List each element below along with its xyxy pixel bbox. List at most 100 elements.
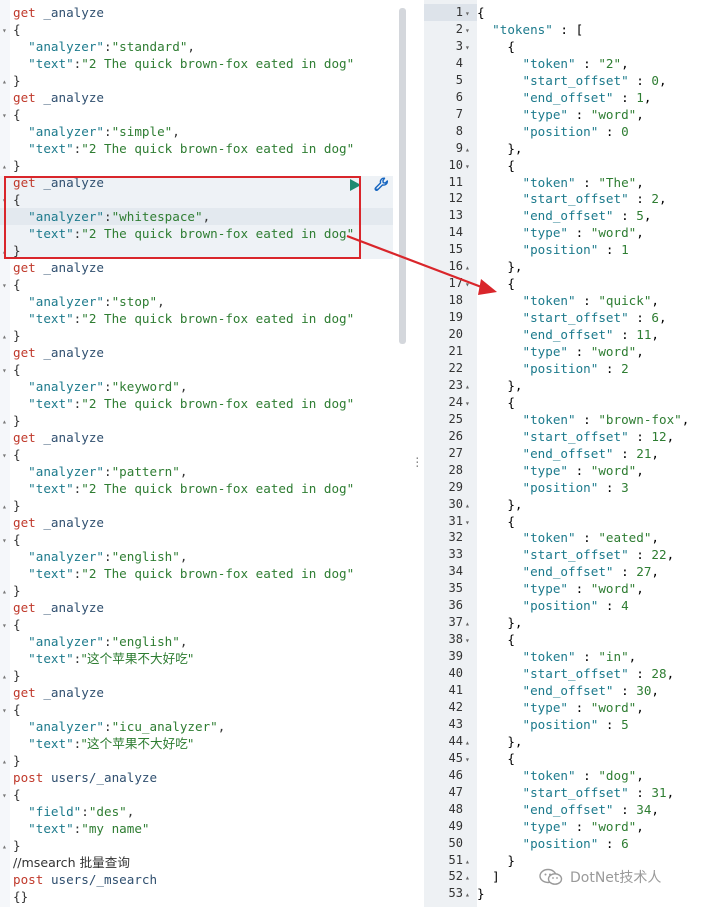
request-body-line[interactable]: "text":"2 The quick brown-fox eated in d…	[0, 140, 400, 157]
request-body-open[interactable]: ▾{	[0, 786, 400, 803]
line-number: 15	[448, 242, 463, 257]
request-body-line[interactable]: {}	[0, 888, 400, 905]
line-number: 40	[448, 666, 463, 681]
response-code: "position" : 1	[522, 242, 629, 258]
request-line[interactable]: get _analyze	[0, 429, 400, 446]
response-line: 31 ▾ {	[424, 513, 701, 530]
line-number: 47	[448, 784, 463, 799]
response-line: 46 "token" : "dog",	[424, 767, 701, 784]
wrench-icon[interactable]	[373, 176, 390, 193]
request-body-line[interactable]: "analyzer":"english",	[0, 633, 400, 650]
response-code: "end_offset" : 27,	[522, 564, 660, 580]
request-line[interactable]: get _analyze	[0, 89, 400, 106]
response-line: 47 "start_offset" : 31,	[424, 784, 701, 801]
response-code: },	[477, 259, 523, 275]
response-line: 49 "type" : "word",	[424, 818, 701, 835]
fold-close-icon[interactable]: ▴	[465, 885, 470, 904]
response-code: "token" : "dog",	[522, 767, 644, 783]
request-body-line[interactable]: "analyzer":"english",	[0, 548, 400, 565]
comment-line[interactable]: //msearch 批量查询	[0, 854, 400, 871]
request-line[interactable]: get _analyze	[0, 514, 400, 531]
watermark: DotNet技术人	[539, 866, 661, 888]
request-line[interactable]: get _analyze	[0, 344, 400, 361]
request-body-line[interactable]: "text":"这个苹果不大好吃"	[0, 735, 400, 752]
request-line[interactable]: post users/_analyze	[0, 769, 400, 786]
request-body-open[interactable]: ▾{	[0, 361, 400, 378]
watermark-text: DotNet技术人	[570, 870, 662, 886]
request-body-line[interactable]: "text":"2 The quick brown-fox eated in d…	[0, 310, 400, 327]
response-line: 7 "type" : "word",	[424, 106, 701, 123]
response-line: 37 ▴ },	[424, 614, 701, 631]
request-body-close[interactable]: ▴}	[0, 667, 400, 684]
response-code: "start_offset" : 2,	[522, 191, 667, 207]
response-code: "tokens" : [	[492, 21, 584, 37]
request-body-open[interactable]: ▾{	[0, 531, 400, 548]
request-body-close[interactable]: ▴}	[0, 752, 400, 769]
line-number: 26	[448, 428, 463, 443]
response-code: "token" : "The",	[522, 174, 644, 190]
response-code: {	[477, 5, 485, 20]
response-code: {	[477, 157, 515, 173]
request-line[interactable]: get _analyze	[0, 4, 400, 21]
request-body-line[interactable]: "text":"2 The quick brown-fox eated in d…	[0, 395, 400, 412]
request-body-close[interactable]: ▴}	[0, 582, 400, 599]
request-line[interactable]: get _analyze	[0, 599, 400, 616]
line-number: 8	[455, 123, 463, 138]
line-number: 43	[448, 716, 463, 731]
response-code: "type" : "word",	[522, 581, 644, 597]
response-line: 11 "token" : "The",	[424, 174, 701, 191]
request-body-line[interactable]: "analyzer":"standard",	[0, 38, 400, 55]
request-body-open[interactable]: ▾{	[0, 701, 400, 718]
request-body-line[interactable]: "text":"2 The quick brown-fox eated in d…	[0, 565, 400, 582]
request-body-open[interactable]: ▾{	[0, 616, 400, 633]
line-number: 31	[448, 513, 463, 528]
response-code: "start_offset" : 31,	[522, 784, 675, 800]
request-line[interactable]: get _analyze	[0, 259, 400, 276]
line-number: 51	[448, 852, 463, 867]
response-line: 12 "start_offset" : 2,	[424, 190, 701, 207]
response-line: 17 ▾ {	[424, 275, 701, 292]
response-line: 39 "token" : "in",	[424, 648, 701, 665]
response-line: 42 "type" : "word",	[424, 699, 701, 716]
line-number: 39	[448, 649, 463, 664]
request-body-line[interactable]: "field":"des",	[0, 803, 400, 820]
request-body-line[interactable]: "text":"my name"	[0, 820, 400, 837]
response-code: "position" : 4	[522, 598, 629, 614]
request-line[interactable]: get _analyze	[0, 684, 400, 701]
request-body-close[interactable]: ▴}	[0, 837, 400, 854]
editor-scrollbar[interactable]	[399, 8, 406, 344]
request-body-line[interactable]: "analyzer":"simple",	[0, 123, 400, 140]
request-body-line[interactable]: "text":"2 The quick brown-fox eated in d…	[0, 55, 400, 72]
request-editor[interactable]: get _analyze ▾{ "analyzer":"standard", "t…	[0, 0, 406, 907]
request-body-close[interactable]: ▴}	[0, 72, 400, 89]
request-body-close[interactable]: ▴}	[0, 157, 400, 174]
request-body-open[interactable]: ▾{	[0, 276, 400, 293]
request-body-close[interactable]: ▴}	[0, 327, 400, 344]
request-line[interactable]: post users/_msearch	[0, 871, 400, 888]
line-number: 7	[455, 106, 463, 121]
response-code: "token" : "eated",	[522, 530, 660, 546]
request-body-open[interactable]: ▾{	[0, 106, 400, 123]
response-line: 45 ▾ {	[424, 750, 701, 767]
response-code: }	[477, 886, 485, 902]
request-body-line[interactable]: "analyzer":"pattern",	[0, 463, 400, 480]
drag-handle-icon[interactable]: · · ·	[414, 453, 421, 472]
response-code: "start_offset" : 28,	[522, 666, 675, 682]
line-number: 10	[448, 157, 463, 172]
request-body-line[interactable]: "analyzer":"stop",	[0, 293, 400, 310]
response-code: ]	[477, 869, 500, 885]
request-body-open[interactable]: ▾{	[0, 21, 400, 38]
request-body-line[interactable]: "analyzer":"keyword",	[0, 378, 400, 395]
line-number: 27	[448, 445, 463, 460]
line-number: 4	[455, 55, 463, 70]
line-number: 42	[448, 699, 463, 714]
response-line: 40 "start_offset" : 28,	[424, 665, 701, 682]
request-body-close[interactable]: ▴}	[0, 412, 400, 429]
request-body-line[interactable]: "text":"这个苹果不大好吃"	[0, 650, 400, 667]
request-body-open[interactable]: ▾{	[0, 446, 400, 463]
request-body-line[interactable]: "analyzer":"icu_analyzer",	[0, 718, 400, 735]
request-body-close[interactable]: ▴}	[0, 497, 400, 514]
response-line: 41 "end_offset" : 30,	[424, 682, 701, 699]
line-number: 38	[448, 632, 463, 647]
request-body-line[interactable]: "text":"2 The quick brown-fox eated in d…	[0, 480, 400, 497]
